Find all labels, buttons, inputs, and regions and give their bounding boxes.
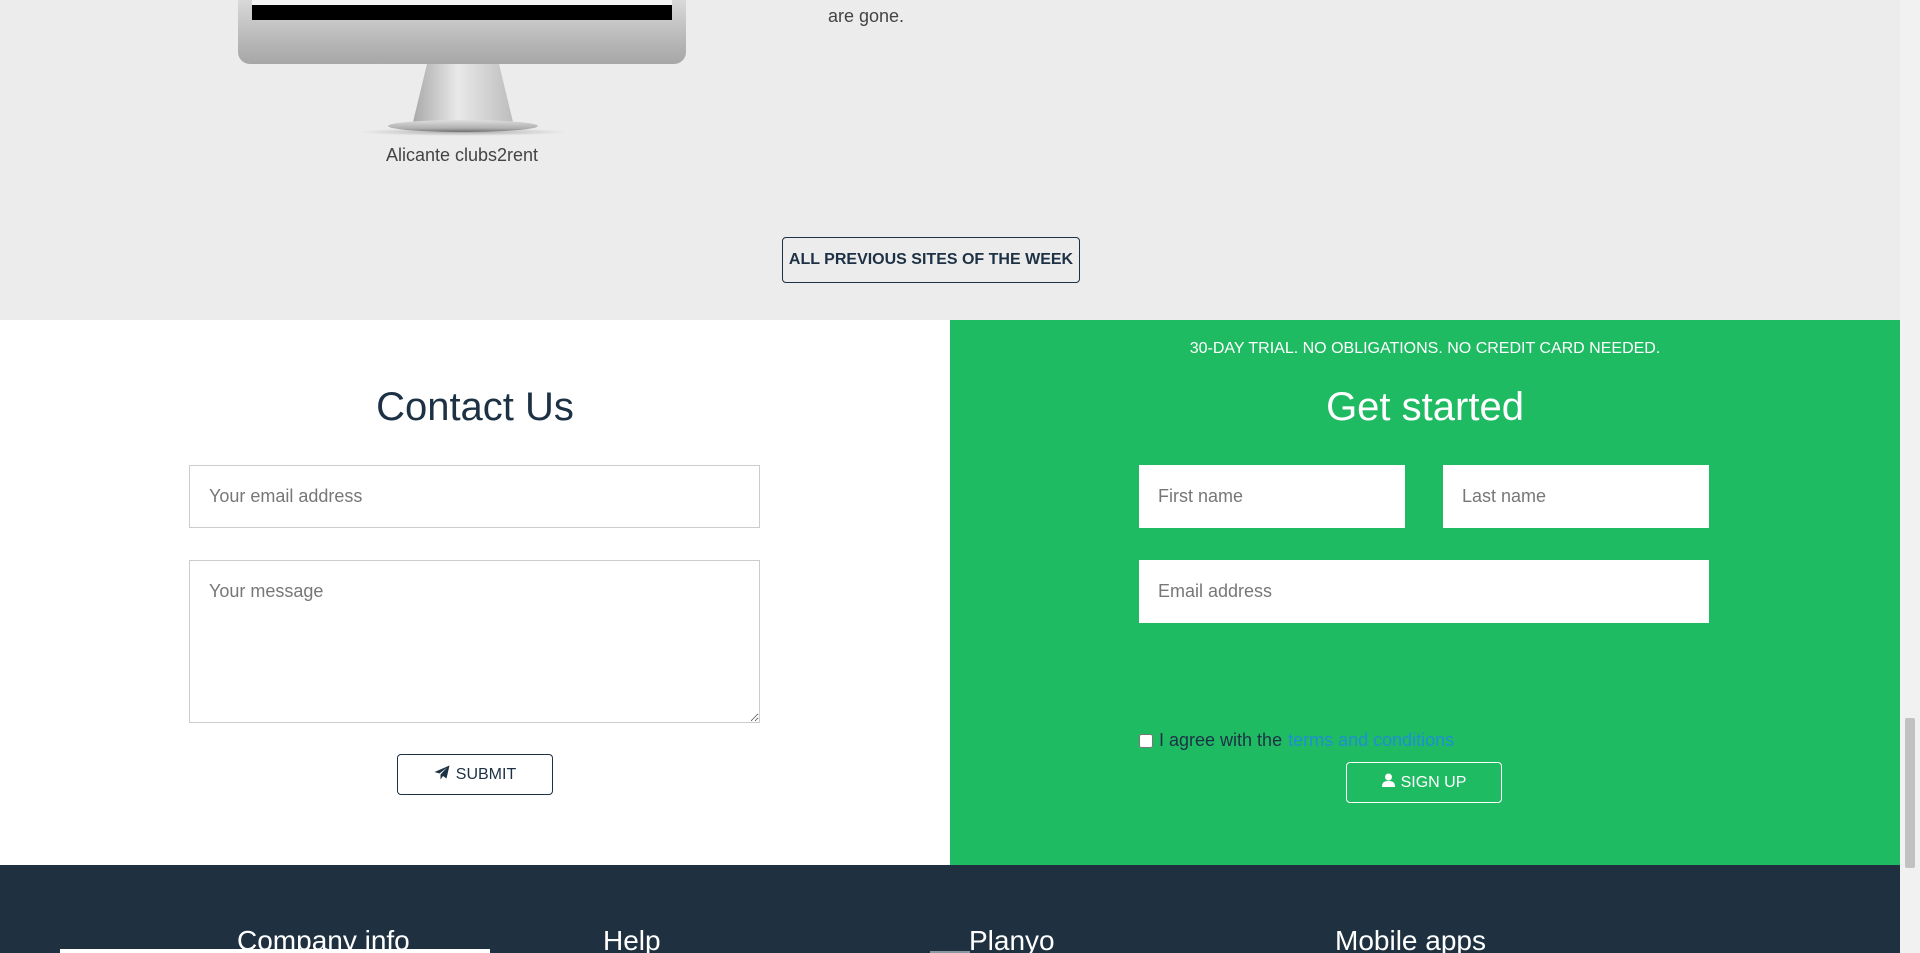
- trial-banner: 30-DAY TRIAL. NO OBLIGATIONS. NO CREDIT …: [1189, 340, 1661, 357]
- signup-email-input[interactable]: [1139, 560, 1709, 623]
- footer-heading-mobile-apps: Mobile apps: [1335, 925, 1486, 953]
- terms-checkbox[interactable]: [1139, 733, 1153, 748]
- user-icon: [1381, 773, 1395, 792]
- monitor-screen: [252, 0, 672, 20]
- contact-section: Contact Us SUBMIT: [0, 320, 950, 865]
- page-scrollbar[interactable]: [1900, 0, 1920, 953]
- site-caption: Alicante clubs2rent: [385, 145, 539, 165]
- get-started-title: Get started: [1326, 385, 1524, 429]
- monitor-shadow: [358, 128, 568, 136]
- footer-divider: [60, 949, 490, 953]
- submit-button[interactable]: SUBMIT: [397, 754, 553, 795]
- agree-text: I agree with the: [1159, 730, 1283, 750]
- footer: Company info Help Planyo Mobile apps: [0, 865, 1900, 953]
- all-previous-sites-button[interactable]: ALL PREVIOUS SITES OF THE WEEK: [782, 237, 1080, 283]
- first-name-input[interactable]: [1139, 465, 1405, 528]
- site-description: are gone.: [828, 6, 905, 26]
- footer-heading-planyo: Planyo: [969, 925, 1055, 953]
- site-screenshot-monitor[interactable]: [238, 0, 686, 140]
- paper-plane-icon: [434, 765, 450, 785]
- contact-title: Contact Us: [376, 385, 574, 429]
- site-of-the-week-section: Alicante clubs2rent are gone. ALL PREVIO…: [0, 0, 1900, 320]
- footer-heading-help: Help: [603, 925, 661, 953]
- last-name-input[interactable]: [1443, 465, 1709, 528]
- submit-label: SUBMIT: [455, 765, 517, 783]
- sign-up-label: SIGN UP: [1400, 773, 1467, 791]
- terms-link[interactable]: terms and conditions: [1288, 730, 1454, 751]
- sign-up-button[interactable]: SIGN UP: [1346, 762, 1502, 803]
- terms-agreement: I agree with the terms and conditions: [1139, 730, 1454, 751]
- monitor-stand: [413, 64, 513, 122]
- scrollbar-thumb[interactable]: [1905, 718, 1915, 868]
- contact-email-input[interactable]: [189, 465, 760, 528]
- get-started-section: 30-DAY TRIAL. NO OBLIGATIONS. NO CREDIT …: [950, 320, 1900, 865]
- contact-message-textarea[interactable]: [189, 560, 760, 723]
